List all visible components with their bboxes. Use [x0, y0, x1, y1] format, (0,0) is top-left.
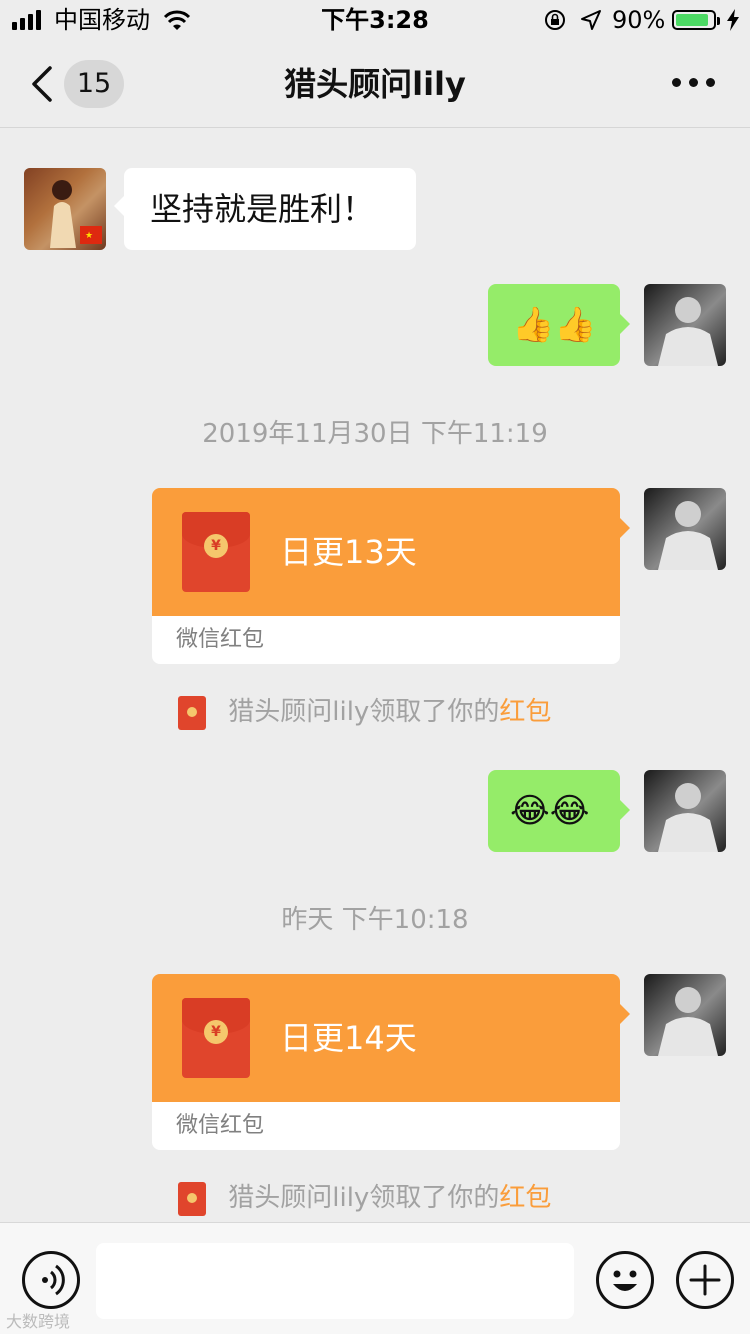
mini-red-envelope-icon: [178, 695, 206, 730]
voice-input-button[interactable]: [22, 1251, 80, 1309]
message-text: 坚持就是胜利！: [150, 190, 375, 228]
smiley-icon: [613, 1270, 637, 1291]
battery-percent: 90%: [612, 6, 666, 34]
my-avatar[interactable]: [644, 974, 726, 1056]
mini-red-envelope-icon: [178, 1181, 206, 1216]
watermark: 大数跨境: [6, 1312, 71, 1331]
emoji-button[interactable]: [596, 1251, 654, 1309]
voice-icon: [42, 1264, 65, 1296]
incoming-message-bubble[interactable]: 坚持就是胜利！: [114, 168, 416, 250]
laughing-tears-emoji: 😂😂: [510, 791, 590, 831]
red-packet-link[interactable]: 红包: [499, 697, 551, 727]
plus-icon: [689, 1264, 721, 1296]
red-packet-claimed-notice: 猎头顾问lily领取了你的红包: [178, 692, 551, 732]
outgoing-message-bubble[interactable]: 😂😂: [488, 770, 630, 852]
rotation-lock-icon: [545, 10, 565, 30]
input-toolbar: [0, 1222, 750, 1334]
red-envelope-icon: ¥: [182, 512, 250, 592]
red-packet-link[interactable]: 红包: [499, 1183, 551, 1213]
red-packet-title: 日更13天: [280, 533, 417, 571]
location-icon: [581, 10, 601, 30]
notice-text: 猎头顾问lily领取了你的: [228, 697, 500, 727]
chat-title: 猎头顾问lily: [284, 65, 466, 103]
red-packet-card[interactable]: ¥ 日更14天 微信红包: [152, 974, 630, 1150]
my-avatar[interactable]: [644, 284, 726, 366]
my-avatar[interactable]: [644, 770, 726, 852]
more-options-icon[interactable]: [672, 78, 716, 90]
message-input[interactable]: [96, 1243, 574, 1319]
notice-text: 猎头顾问lily领取了你的: [228, 1183, 500, 1213]
more-functions-button[interactable]: [676, 1251, 734, 1309]
chat-header: 15 猎头顾问lily: [0, 40, 750, 128]
red-packet-label: 微信红包: [176, 1113, 265, 1138]
contact-avatar[interactable]: ★: [24, 168, 106, 250]
battery-icon: [672, 10, 720, 30]
red-envelope-icon: ¥: [182, 998, 250, 1078]
red-packet-claimed-notice: 猎头顾问lily领取了你的红包: [178, 1178, 551, 1218]
timestamp: 昨天 下午10:18: [281, 905, 469, 935]
status-bar: 中国移动 下午3:28 90%: [0, 0, 750, 40]
my-avatar[interactable]: [644, 488, 726, 570]
svg-text:★: ★: [85, 231, 93, 241]
charging-icon: [727, 9, 739, 31]
red-packet-label: 微信红包: [176, 627, 265, 652]
thumbs-up-emoji: 👍👍: [512, 305, 597, 345]
red-packet-title: 日更14天: [280, 1019, 417, 1057]
red-packet-card[interactable]: ¥ 日更13天 微信红包: [152, 488, 630, 664]
timestamp: 2019年11月30日 下午11:19: [202, 419, 548, 449]
outgoing-message-bubble[interactable]: 👍👍: [488, 284, 630, 366]
